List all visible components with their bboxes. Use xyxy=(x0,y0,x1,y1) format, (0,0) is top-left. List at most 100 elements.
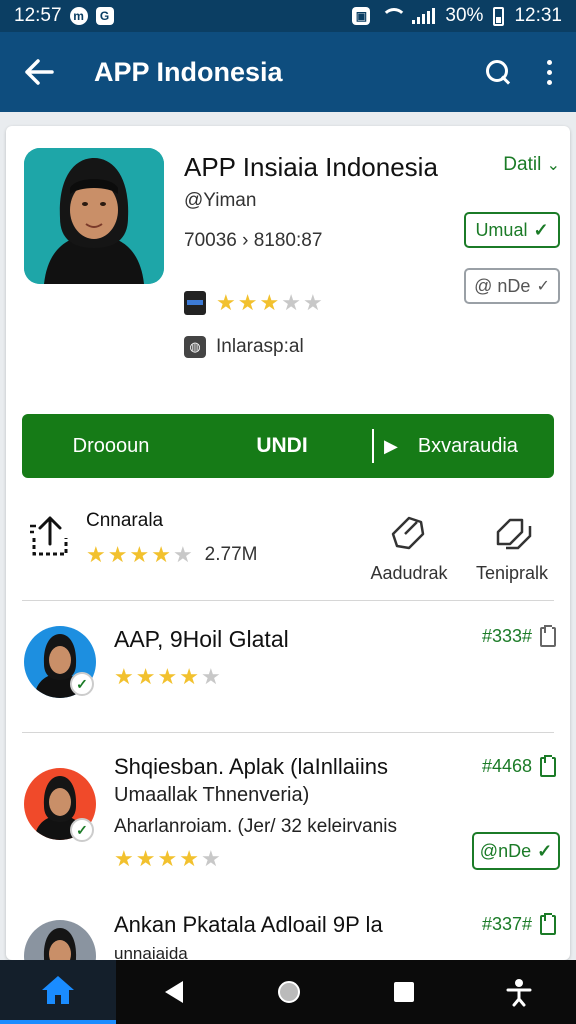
price-label: #333# xyxy=(481,626,532,646)
category-icon: ◍ xyxy=(184,336,206,358)
category-label: Inlarasp:al xyxy=(216,336,304,357)
bookmark-icon[interactable] xyxy=(540,912,556,935)
app-handle: @Yiman xyxy=(184,190,257,211)
search-icon[interactable] xyxy=(484,58,512,86)
bookmark-icon[interactable] xyxy=(540,624,556,647)
price-label: #337# xyxy=(481,914,532,934)
chevron-down-icon: ⌄ xyxy=(546,157,560,174)
star-filled-icon: ★ xyxy=(151,542,171,567)
more-options-icon[interactable] xyxy=(544,59,554,85)
app-title: APP Insiaia Indonesia xyxy=(184,152,438,182)
price-tag: #333# xyxy=(481,624,556,647)
edit-tag-icon xyxy=(391,516,425,550)
star-filled-icon: ★ xyxy=(86,542,106,567)
detail-link[interactable]: Datil ⌄ xyxy=(503,154,560,176)
price-tag: #337# xyxy=(481,912,556,935)
status-time-right: 12:31 xyxy=(514,5,562,26)
star-empty-icon: ★ xyxy=(200,846,221,871)
check-icon: ✓ xyxy=(533,219,549,240)
copy-tag-icon xyxy=(496,518,532,550)
status-bar: 12:57 m G ▣ 30% 12:31 xyxy=(0,0,576,32)
list-item-title: Shqiesban. Aplak (laInllaiins xyxy=(114,754,388,779)
back-button[interactable] xyxy=(0,59,78,85)
app-notification-icon: G xyxy=(95,7,114,25)
chevron-down-icon: ✓ xyxy=(536,278,550,295)
star-filled-icon: ★ xyxy=(114,846,134,871)
check-icon: ✓ xyxy=(537,840,553,861)
recents-nav-button[interactable] xyxy=(346,982,461,1002)
app-bar: APP Indonesia xyxy=(0,32,576,112)
list-item[interactable]: ✓ AAP, 9Hoil Glatal ★ ★ ★ ★ ★ #333# xyxy=(6,616,570,726)
primary-pill-label: Umual xyxy=(475,219,528,240)
secondary-pill-button[interactable]: @ nDe ✓ xyxy=(464,268,560,304)
wifi-icon xyxy=(380,8,408,24)
vibrate-icon: ▣ xyxy=(352,7,371,25)
star-filled-icon: ★ xyxy=(237,290,258,315)
back-nav-button[interactable] xyxy=(116,981,231,1003)
template-button[interactable]: Tenipralk xyxy=(462,512,562,584)
undi-button[interactable]: UNDI xyxy=(192,434,372,458)
divider xyxy=(22,600,554,601)
accessibility-nav-button[interactable] xyxy=(461,977,576,1007)
card-icon xyxy=(184,291,206,315)
list-item-button-label: @nDe xyxy=(479,840,532,861)
list-item-description: Aharlanroiam. (Jer/ 32 keleirvanis xyxy=(114,816,398,837)
verified-badge-icon: ✓ xyxy=(70,818,94,842)
star-rating: ★ ★ ★ ★ ★ xyxy=(86,542,193,568)
page-title: APP Indonesia xyxy=(94,56,283,87)
star-rating: ★ ★ ★ ★ ★ xyxy=(114,846,221,872)
home-circle-icon xyxy=(277,981,300,1003)
star-empty-icon: ★ xyxy=(200,664,221,689)
list-item[interactable]: Ankan Pkatala Adloail 9P la unnaiaida #3… xyxy=(6,908,570,960)
review-count: 2.77M xyxy=(204,544,258,565)
list-item-title: Ankan Pkatala Adloail 9P la xyxy=(114,912,383,937)
add-to-list-button[interactable]: Aadudrak xyxy=(364,512,454,584)
list-item-button[interactable]: @nDe ✓ xyxy=(472,832,560,870)
divider xyxy=(372,429,374,463)
play-icon[interactable]: ▶ xyxy=(384,436,398,457)
app-stats: 70036 › 8180:87 xyxy=(184,230,323,251)
list-item-subtitle: unnaiaida xyxy=(114,944,188,960)
star-empty-icon: ★ xyxy=(172,542,193,567)
battery-icon xyxy=(493,6,505,26)
content-card: APP Insiaia Indonesia Datil ⌄ @Yiman 700… xyxy=(6,126,570,960)
arrow-left-icon xyxy=(25,59,54,85)
home-tab[interactable] xyxy=(0,960,116,1024)
secondary-pill-label: @ nDe xyxy=(474,275,531,296)
accessibility-icon xyxy=(506,979,531,1007)
status-time-left: 12:57 xyxy=(14,5,62,26)
star-filled-icon: ★ xyxy=(107,542,128,567)
recents-square-icon xyxy=(393,982,414,1002)
action2-label: Tenipralk xyxy=(475,563,549,583)
detail-link-label: Datil xyxy=(503,154,542,175)
featured-item[interactable]: Cnnarala ★ ★ ★ ★ ★ 2.77M Aadudrak Tenipralk xyxy=(6,498,570,598)
preview-button[interactable]: Bxvaraudia xyxy=(418,435,518,458)
price-tag: #4468 xyxy=(481,754,556,777)
home-icon xyxy=(42,976,74,1004)
price-label: #4468 xyxy=(481,756,532,776)
star-rating: ★ ★ ★ ★ ★ xyxy=(114,664,221,690)
star-filled-icon: ★ xyxy=(259,290,280,315)
notification-icon: m xyxy=(69,7,88,25)
star-filled-icon: ★ xyxy=(216,290,236,315)
star-filled-icon: ★ xyxy=(179,846,199,871)
list-item[interactable]: ✓ Shqiesban. Aplak (laInllaiins Umaallak… xyxy=(6,746,570,916)
star-filled-icon: ★ xyxy=(129,542,150,567)
star-filled-icon: ★ xyxy=(157,846,178,871)
star-rating: ★ ★ ★ ★ ★ xyxy=(216,290,323,316)
action-bar: Droooun UNDI ▶ Bxvaraudia xyxy=(22,414,554,478)
star-empty-icon: ★ xyxy=(302,290,323,315)
verified-badge-icon: ✓ xyxy=(70,672,94,696)
bottom-navigation xyxy=(0,960,576,1024)
list-item-subtitle: Umaallak Thnenveria) xyxy=(114,784,310,806)
star-empty-icon: ★ xyxy=(281,290,301,315)
home-nav-button[interactable] xyxy=(231,981,346,1003)
primary-pill-button[interactable]: Umual ✓ xyxy=(464,212,560,248)
profile-avatar xyxy=(24,148,164,284)
bookmark-icon[interactable] xyxy=(540,754,556,777)
star-filled-icon: ★ xyxy=(135,846,156,871)
download-button[interactable]: Droooun xyxy=(22,435,192,458)
upload-icon xyxy=(30,516,68,556)
hero-rating: ★ ★ ★ ★ ★ xyxy=(184,290,323,316)
list-avatar xyxy=(24,920,96,960)
